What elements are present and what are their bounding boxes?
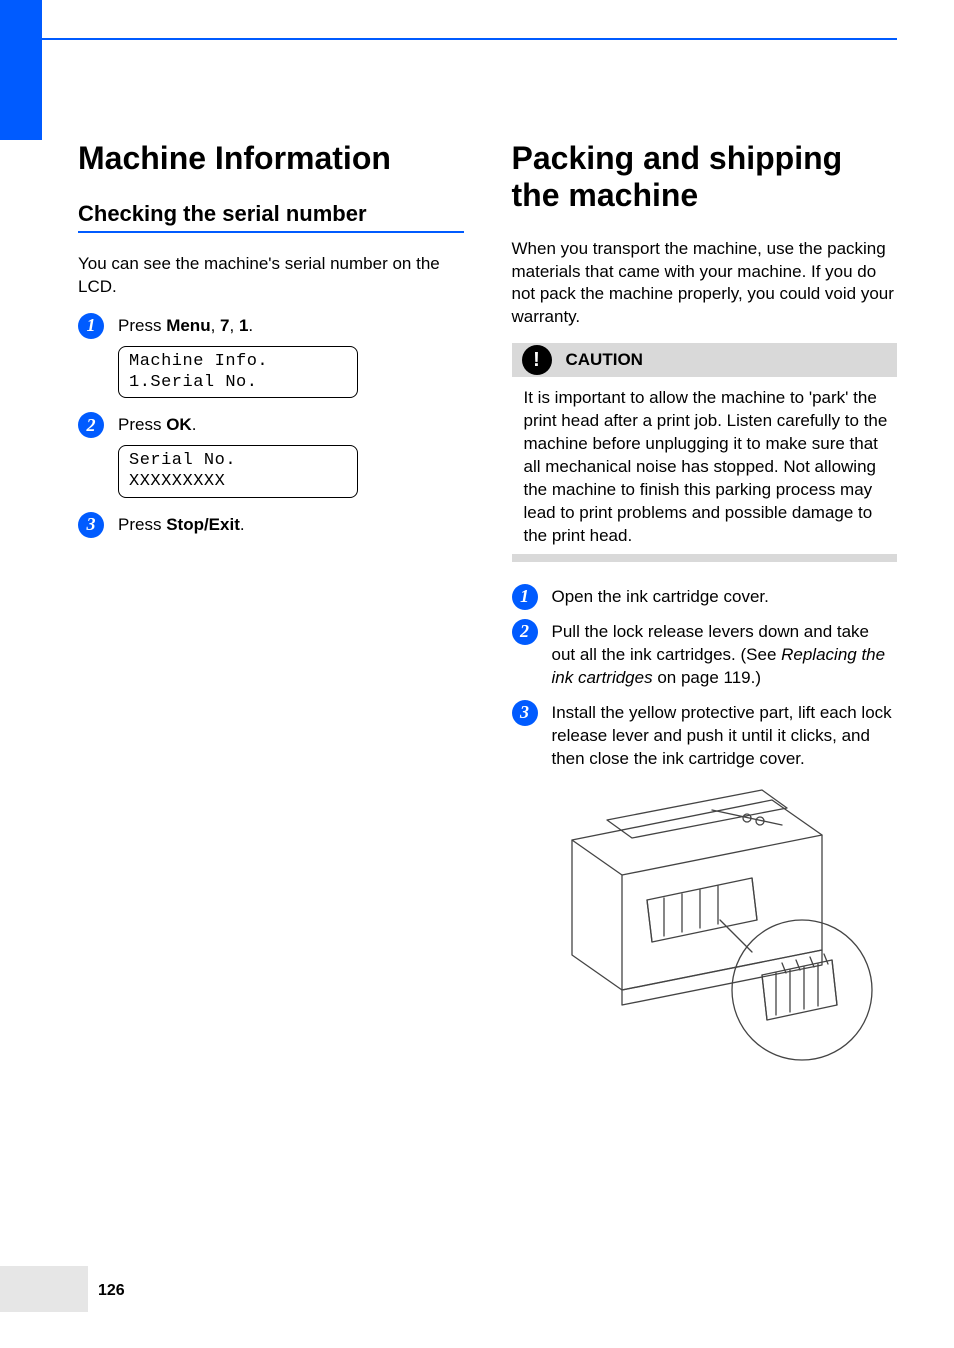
page-header-rule (42, 38, 897, 40)
lcd-display: Serial No. XXXXXXXXX (118, 445, 358, 498)
step-text: Press OK. (118, 412, 464, 437)
left-column: Machine Information Checking the serial … (78, 140, 464, 1070)
step-text: Open the ink cartridge cover. (552, 584, 898, 609)
lcd-display: Machine Info. 1.Serial No. (118, 346, 358, 399)
step-badge: 2 (512, 619, 538, 645)
caution-box: ! CAUTION It is important to allow the m… (512, 343, 898, 562)
step-2-left: 2 Press OK. Serial No. XXXXXXXXX (78, 412, 464, 497)
step-badge: 3 (78, 512, 104, 538)
step-badge: 2 (78, 412, 104, 438)
caution-label: CAUTION (566, 350, 643, 370)
step-badge: 1 (512, 584, 538, 610)
step-text: Pull the lock release levers down and ta… (552, 619, 898, 690)
step-badge: 1 (78, 313, 104, 339)
steps-left: 1 Press Menu, 7, 1. Machine Info. 1.Seri… (78, 313, 464, 537)
step-3-right: 3 Install the yellow protective part, li… (512, 700, 898, 771)
intro-text-left: You can see the machine's serial number … (78, 253, 464, 299)
right-column: Packing and shipping the machine When yo… (512, 140, 898, 1070)
caution-footer-bar (512, 554, 898, 562)
step-text: Install the yellow protective part, lift… (552, 700, 898, 771)
caution-body: It is important to allow the machine to … (512, 387, 898, 554)
page-header-tab (0, 0, 42, 140)
caution-header: ! CAUTION (512, 343, 898, 377)
subheading-serial-number: Checking the serial number (78, 201, 464, 233)
intro-text-right: When you transport the machine, use the … (512, 238, 898, 330)
printer-illustration (552, 780, 882, 1070)
steps-right: 1 Open the ink cartridge cover. 2 Pull t… (512, 584, 898, 771)
heading-machine-info: Machine Information (78, 140, 464, 177)
step-1-left: 1 Press Menu, 7, 1. Machine Info. 1.Seri… (78, 313, 464, 398)
heading-packing: Packing and shipping the machine (512, 140, 898, 214)
step-badge: 3 (512, 700, 538, 726)
step-text: Press Menu, 7, 1. (118, 313, 464, 338)
page-content: Machine Information Checking the serial … (78, 140, 897, 1070)
caution-icon: ! (522, 345, 552, 375)
page-number: 126 (98, 1282, 125, 1300)
step-1-right: 1 Open the ink cartridge cover. (512, 584, 898, 609)
step-text: Press Stop/Exit. (118, 512, 464, 537)
step-3-left: 3 Press Stop/Exit. (78, 512, 464, 537)
footer-side-tab (0, 1266, 88, 1312)
step-2-right: 2 Pull the lock release levers down and … (512, 619, 898, 690)
